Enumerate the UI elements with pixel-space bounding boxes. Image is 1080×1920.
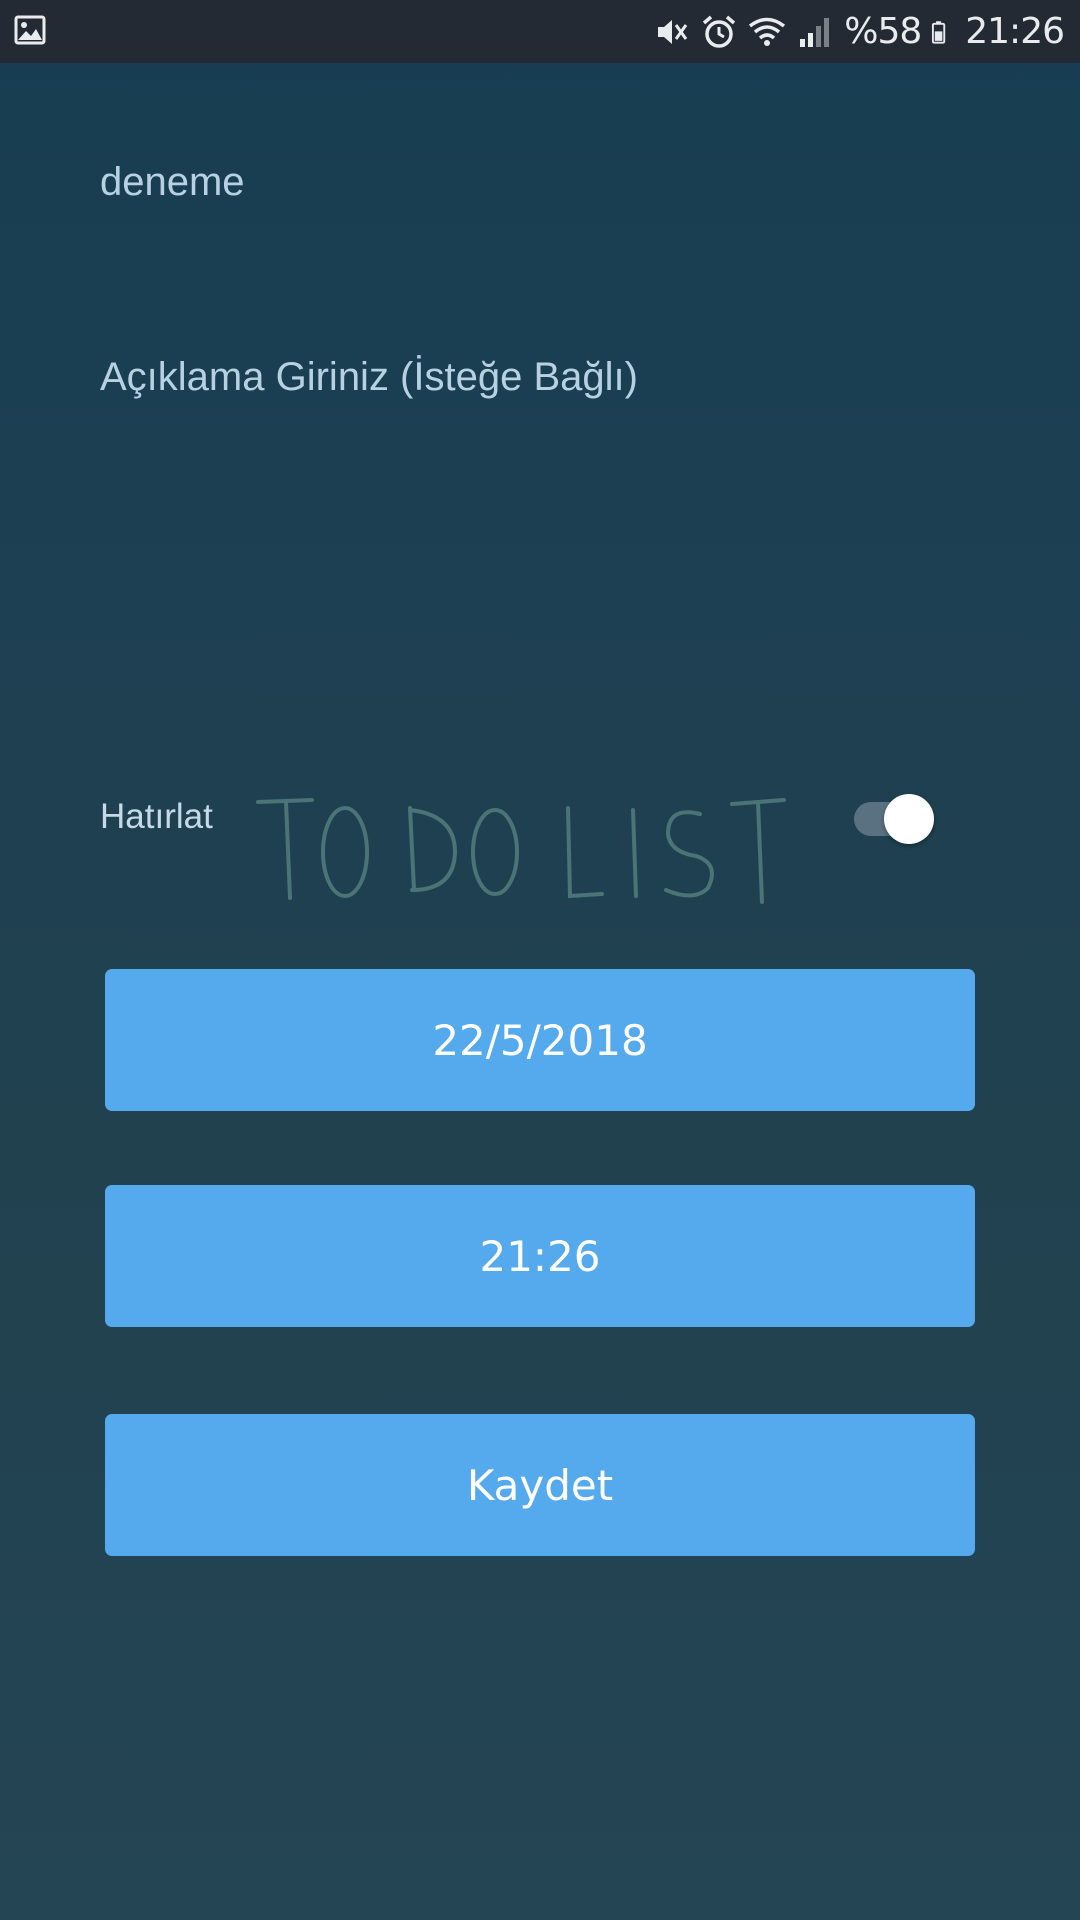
signal-icon	[800, 17, 830, 47]
toggle-thumb	[884, 794, 934, 844]
app-screen: %58 21:26 deneme Açıklama Giriniz (İsteğ…	[0, 0, 1080, 1920]
status-time: 21:26	[965, 11, 1065, 52]
gallery-icon	[14, 15, 46, 45]
date-picker-button[interactable]: 22/5/2018	[105, 969, 975, 1111]
todo-list-logo	[256, 798, 786, 904]
save-button[interactable]: Kaydet	[105, 1414, 975, 1556]
vibrate-mute-icon	[658, 19, 688, 44]
status-icons: %58 21:26	[652, 0, 1065, 63]
wifi-icon	[749, 17, 786, 46]
remind-toggle[interactable]	[852, 794, 936, 844]
title-input[interactable]: deneme	[100, 160, 980, 205]
remind-label: Hatırlat	[100, 797, 213, 836]
alarm-icon	[703, 15, 736, 48]
time-picker-button[interactable]: 21:26	[105, 1185, 975, 1327]
description-placeholder: Açıklama Giriniz (İsteğe Bağlı)	[100, 355, 638, 399]
battery-percentage: %58	[844, 11, 922, 52]
description-input[interactable]: Açıklama Giriniz (İsteğe Bağlı)	[100, 355, 980, 695]
status-bar: %58 21:26	[0, 0, 1080, 63]
battery-icon	[932, 20, 946, 44]
